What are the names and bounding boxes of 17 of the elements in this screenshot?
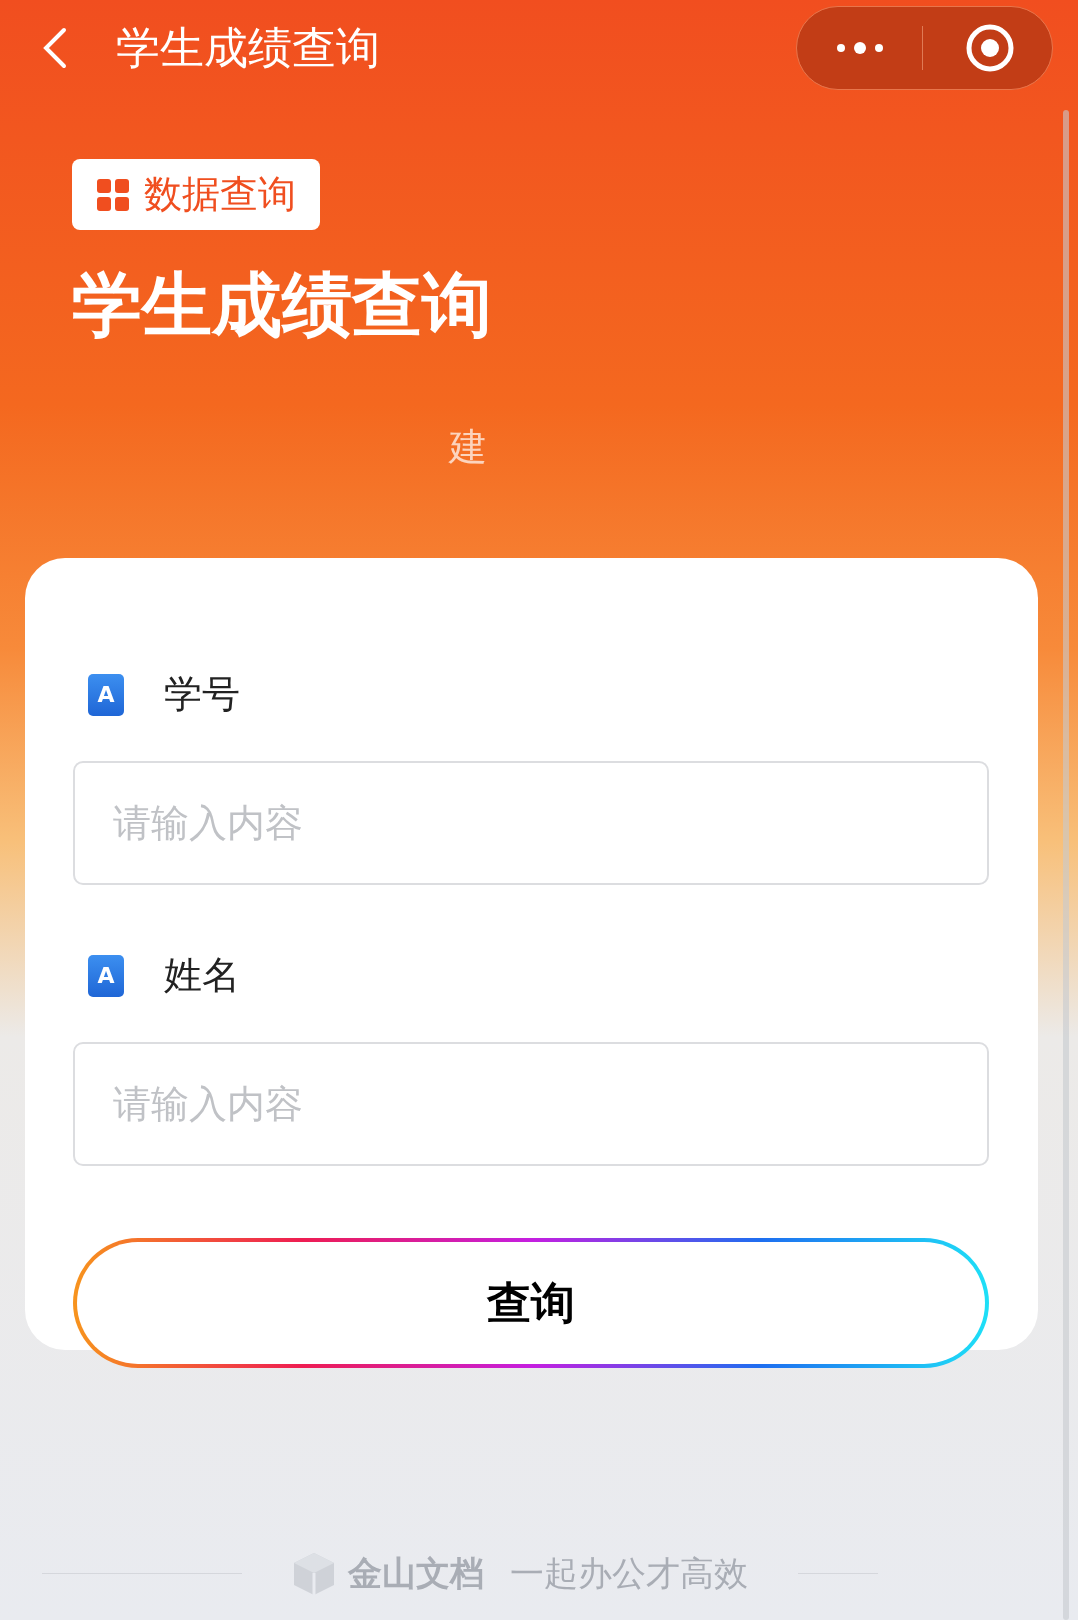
grid-icon [96,177,130,212]
text-field-icon: A [88,673,124,716]
field-label: 学号 [164,671,240,718]
form-subtitle: 建 [449,428,487,466]
close-icon[interactable] [965,23,1015,73]
input-field[interactable]: 请输入内容 [73,761,989,885]
brand-name: 金山文档 [348,1552,484,1595]
input-field[interactable]: 请输入内容 [73,1042,989,1166]
more-icon[interactable] [835,41,885,55]
category-badge: 数据查询 [72,159,320,230]
page-title: 学生成绩查询 [116,21,380,75]
slogan: 一起办公才高效 [510,1552,748,1595]
query-button[interactable]: 查询 [73,1238,989,1368]
cube-logo-icon [292,1550,336,1597]
field-label: 姓名 [164,952,240,999]
text-field-icon: A [88,954,124,997]
form-title: 学生成绩查询 [72,270,493,340]
